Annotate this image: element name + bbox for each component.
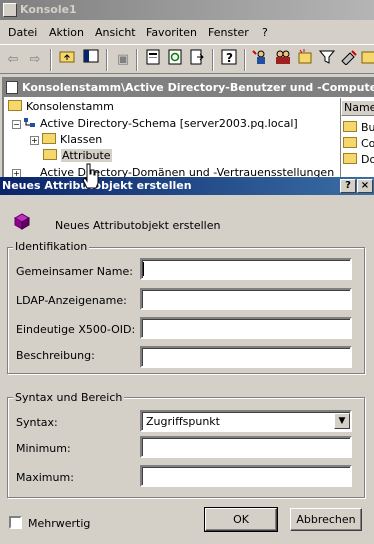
delete-icon[interactable]: ▣ <box>112 49 134 71</box>
hand-cursor-icon <box>82 163 100 189</box>
chevron-down-icon[interactable]: ▼ <box>334 413 350 429</box>
dialog-titlebar[interactable]: Neues Attributobjekt erstellen <box>0 177 374 195</box>
console-child-title: Konsolenstamm\Active Directory-Benutzer … <box>22 81 374 94</box>
tree-item-klassen[interactable]: + Klassen <box>30 133 102 146</box>
console-child-titlebar[interactable]: Konsolenstamm\Active Directory-Benutzer … <box>4 79 374 97</box>
x500-oid-field[interactable] <box>140 317 352 339</box>
main-window-titlebar[interactable]: Konsole1 <box>0 0 374 20</box>
common-name-field[interactable] <box>140 258 352 280</box>
maximum-field[interactable] <box>140 465 352 487</box>
groups-icon[interactable] <box>272 49 294 71</box>
multivalued-checkbox[interactable] <box>9 516 22 529</box>
results-item[interactable]: Do <box>343 153 374 166</box>
tree-item-label: Attribute <box>61 149 112 162</box>
folder-icon <box>343 153 357 164</box>
menu-help[interactable]: ? <box>262 26 268 39</box>
domains-icon <box>24 165 36 176</box>
tree-item-label: Active Directory-Schema [server2003.pq.l… <box>40 117 298 130</box>
syntax-label: Syntax: <box>16 416 58 429</box>
dialog-intro-text: Neues Attributobjekt erstellen <box>55 219 221 232</box>
refresh-icon[interactable] <box>164 49 186 71</box>
results-item-label: Do <box>361 153 374 166</box>
description-label: Beschreibung: <box>16 349 95 362</box>
expand-icon[interactable]: + <box>30 136 39 145</box>
toolbar-separator <box>244 49 246 71</box>
menu-favoriten[interactable]: Favoriten <box>146 26 197 39</box>
folder-icon <box>8 100 22 111</box>
forward-icon[interactable]: ⇨ <box>24 49 46 71</box>
results-item-label: Bui <box>361 121 374 134</box>
identification-legend: Identifikation <box>13 240 90 253</box>
minimum-label: Minimum: <box>16 442 71 455</box>
mmc-app-icon[interactable] <box>3 3 17 17</box>
back-icon[interactable]: ⇦ <box>2 49 24 71</box>
menu-fenster[interactable]: Fenster <box>208 26 249 39</box>
schema-icon <box>24 117 36 128</box>
menu-bar: Datei Aktion Ansicht Favoriten Fenster ? <box>0 22 374 44</box>
syntax-selected-value: Zugriffspunkt <box>146 415 220 428</box>
column-header-name[interactable]: Name <box>341 100 374 116</box>
export-icon[interactable] <box>186 49 208 71</box>
toolbar-separator <box>106 49 108 71</box>
tree-item-attribute[interactable]: Attribute <box>43 149 112 162</box>
show-tree-icon[interactable] <box>80 49 102 71</box>
results-item-label: Co <box>361 137 374 150</box>
toolbar-separator <box>136 49 138 71</box>
description-field[interactable] <box>140 346 352 368</box>
new-icon[interactable] <box>294 49 316 71</box>
close-button[interactable]: × <box>357 179 373 193</box>
help-icon[interactable]: ? <box>218 49 240 71</box>
up-folder-icon[interactable] <box>56 49 78 71</box>
find-icon[interactable] <box>338 49 360 71</box>
svg-text:?: ? <box>226 51 233 65</box>
console-tree: Konsolenstamm − Active Directory-Schema [… <box>4 98 338 179</box>
folder-icon <box>343 121 357 132</box>
ldap-display-name-field[interactable] <box>140 288 352 310</box>
column-header-label: Name <box>344 101 374 114</box>
tree-item-label: Klassen <box>60 133 103 146</box>
folder-icon <box>42 133 56 144</box>
ok-button[interactable]: OK <box>204 507 278 532</box>
toolbar: ⇦ ⇨ ▣ ? <box>0 44 374 74</box>
tree-item-root[interactable]: Konsolenstamm <box>8 100 114 113</box>
toolbar-separator <box>212 49 214 71</box>
syntax-dropdown[interactable]: Zugriffspunkt <box>140 410 352 432</box>
tree-item-schema[interactable]: − Active Directory-Schema [server2003.pq.… <box>12 117 298 130</box>
menu-ansicht[interactable]: Ansicht <box>95 26 136 39</box>
collapse-icon[interactable]: − <box>12 120 21 129</box>
common-name-label: Gemeinsamer Name: <box>16 265 133 278</box>
attribute-object-icon <box>12 212 32 235</box>
menu-datei[interactable]: Datei <box>8 26 37 39</box>
users-icon[interactable] <box>250 49 272 71</box>
results-item[interactable]: Co <box>343 137 374 150</box>
cancel-button[interactable]: Abbrechen <box>290 508 362 531</box>
multivalued-label: Mehrwertig <box>28 517 91 530</box>
help-caption-button[interactable]: ? <box>340 179 356 193</box>
properties-icon[interactable] <box>142 49 164 71</box>
console-child-icon <box>6 81 18 94</box>
ldap-display-name-label: LDAP-Anzeigename: <box>16 294 127 307</box>
syntax-range-legend: Syntax und Bereich <box>13 391 125 404</box>
x500-oid-label: Eindeutige X500-OID: <box>16 323 136 336</box>
menu-aktion[interactable]: Aktion <box>49 26 84 39</box>
results-item[interactable]: Bui <box>343 121 374 134</box>
window-title: Konsole1 <box>20 3 77 16</box>
add-icon[interactable] <box>358 49 374 71</box>
tree-item-label: Konsolenstamm <box>26 100 114 113</box>
text-caret <box>143 262 144 276</box>
minimum-field[interactable] <box>140 436 352 458</box>
maximum-label: Maximum: <box>16 471 74 484</box>
folder-icon <box>43 149 57 160</box>
folder-icon <box>343 137 357 148</box>
toolbar-separator <box>50 49 52 71</box>
filter-icon[interactable] <box>316 49 338 71</box>
